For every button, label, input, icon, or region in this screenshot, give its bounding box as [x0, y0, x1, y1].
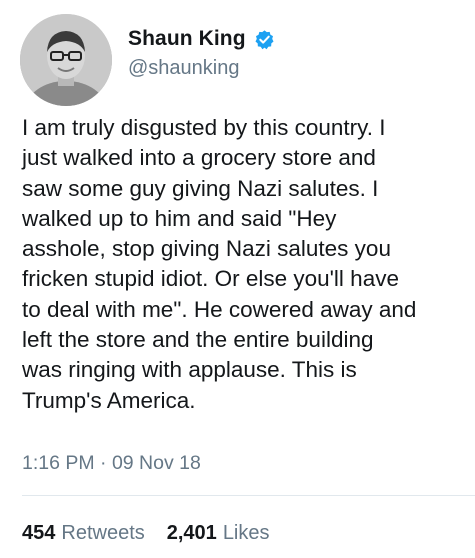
retweets-label[interactable]: Retweets	[61, 522, 144, 545]
profile-photo-icon	[20, 14, 112, 106]
divider	[22, 495, 475, 496]
likes-count[interactable]: 2,401	[167, 522, 217, 545]
retweets-count[interactable]: 454	[22, 522, 55, 545]
verified-badge-icon	[254, 29, 275, 50]
tweet-stats: 454 Retweets 2,401 Likes	[22, 522, 270, 545]
tweet-text: I am truly disgusted by this country. I …	[22, 115, 417, 413]
tweet-card: Shaun King @shaunking I am truly disgust…	[0, 0, 475, 558]
tweet-timestamp[interactable]: 1:16 PM · 09 Nov 18	[22, 452, 201, 475]
user-handle[interactable]: @shaunking	[128, 57, 239, 80]
likes-label[interactable]: Likes	[223, 522, 270, 545]
avatar[interactable]	[20, 14, 112, 106]
author-row: Shaun King	[128, 26, 275, 52]
display-name[interactable]: Shaun King	[128, 27, 246, 51]
